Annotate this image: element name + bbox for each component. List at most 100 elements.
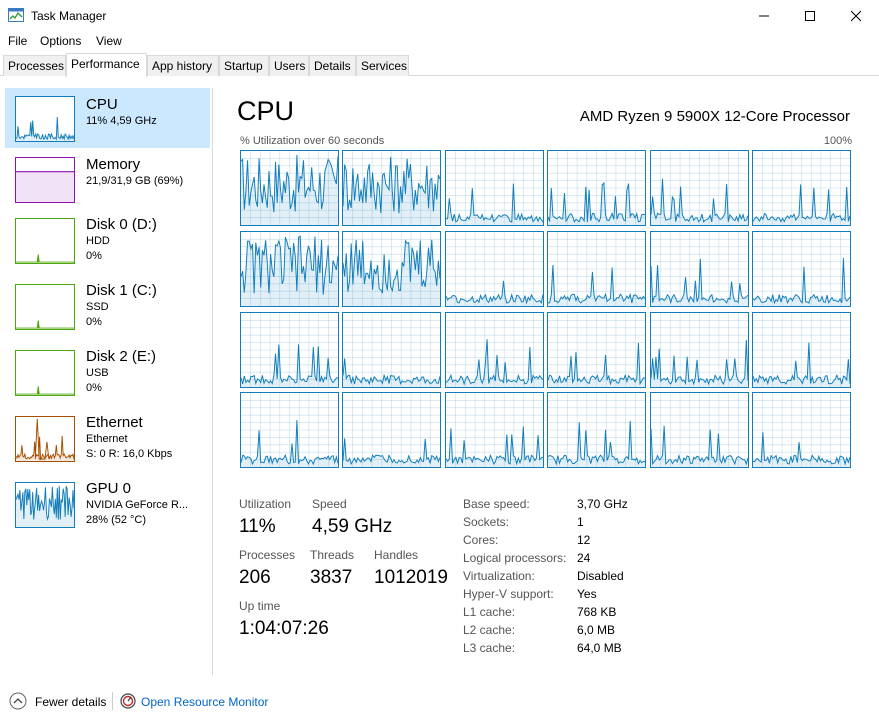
sidebar-item-detail: 11% 4,59 GHz bbox=[86, 115, 157, 127]
logical-processor-graph bbox=[445, 231, 544, 307]
spec-value: 64,0 MB bbox=[577, 641, 622, 655]
sidebar-item-title: GPU 0 bbox=[86, 480, 132, 497]
handles-label: Handles bbox=[374, 548, 419, 562]
ethernet-thumbnail-graph bbox=[15, 416, 75, 462]
menu-file[interactable]: File bbox=[8, 34, 27, 48]
logical-processor-graph bbox=[240, 150, 339, 226]
menu-bar: File Options View bbox=[0, 31, 879, 51]
logical-processor-graph bbox=[547, 312, 646, 388]
chevron-up-circle-icon[interactable] bbox=[9, 692, 27, 710]
logical-processor-graph bbox=[240, 312, 339, 388]
spec-label: Sockets: bbox=[463, 515, 510, 529]
open-resource-monitor-link[interactable]: Open Resource Monitor bbox=[141, 695, 268, 709]
spec-value: 6,0 MB bbox=[577, 623, 616, 637]
sidebar-item-detail: Ethernet bbox=[86, 433, 128, 445]
speed-label: Speed bbox=[312, 497, 347, 511]
sidebar-item-cpu[interactable]: CPU 11% 4,59 GHz bbox=[5, 88, 210, 148]
logical-processor-graph bbox=[752, 312, 851, 388]
spec-value: 3,70 GHz bbox=[577, 497, 628, 511]
title-bar: Task Manager bbox=[0, 0, 879, 31]
sidebar-item-usage: 0% bbox=[86, 250, 102, 262]
logical-processor-graph bbox=[547, 231, 646, 307]
sidebar-item-ethernet[interactable]: Ethernet Ethernet S: 0 R: 16,0 Kbps bbox=[5, 406, 210, 466]
tab-services[interactable]: Services bbox=[356, 55, 409, 76]
spec-value: Yes bbox=[577, 587, 597, 601]
sidebar-item-detail: HDD bbox=[86, 235, 110, 247]
logical-processor-graph bbox=[547, 150, 646, 226]
tab-startup[interactable]: Startup bbox=[219, 55, 269, 76]
logical-processor-graph bbox=[342, 231, 441, 307]
threads-label: Threads bbox=[310, 548, 355, 562]
logical-processor-graph bbox=[445, 150, 544, 226]
close-button[interactable] bbox=[833, 0, 879, 31]
disk-1-thumbnail-graph bbox=[15, 284, 75, 330]
spec-label: Cores: bbox=[463, 533, 499, 547]
spec-label: L1 cache: bbox=[463, 605, 516, 619]
sidebar-item-disk-2[interactable]: Disk 2 (E:) USB 0% bbox=[5, 340, 210, 400]
spec-label: Virtualization: bbox=[463, 569, 535, 583]
sidebar-item-gpu-0[interactable]: GPU 0 NVIDIA GeForce R... 28% (52 °C) bbox=[5, 472, 210, 532]
logical-processor-graph bbox=[240, 231, 339, 307]
spec-label: Hyper-V support: bbox=[463, 587, 554, 601]
handles-value: 1012019 bbox=[374, 567, 448, 588]
spec-label: Base speed: bbox=[463, 497, 530, 511]
sidebar-item-disk-1[interactable]: Disk 1 (C:) SSD 0% bbox=[5, 274, 210, 334]
menu-view[interactable]: View bbox=[96, 34, 122, 48]
logical-processor-graph bbox=[752, 150, 851, 226]
footer: Fewer details Open Resource Monitor bbox=[0, 686, 879, 716]
spec-value: 12 bbox=[577, 533, 591, 547]
disk-0-thumbnail-graph bbox=[15, 218, 75, 264]
tab-users[interactable]: Users bbox=[269, 55, 309, 76]
cpu-thumbnail-graph bbox=[15, 96, 75, 142]
fewer-details-button[interactable]: Fewer details bbox=[35, 695, 106, 709]
maximize-button[interactable] bbox=[787, 0, 833, 31]
memory-thumbnail-graph bbox=[15, 157, 75, 203]
logical-processor-graph bbox=[342, 150, 441, 226]
page-title: CPU bbox=[237, 96, 295, 126]
maximize-icon bbox=[805, 10, 815, 21]
threads-value: 3837 bbox=[310, 567, 353, 588]
spec-label: L3 cache: bbox=[463, 641, 516, 655]
logical-processor-graph bbox=[650, 150, 749, 226]
sidebar-divider bbox=[212, 88, 213, 675]
utilization-value: 11% bbox=[239, 516, 276, 537]
sidebar-item-memory[interactable]: Memory 21,9/31,9 GB (69%) bbox=[5, 148, 210, 208]
logical-processor-graph bbox=[650, 231, 749, 307]
gpu-0-thumbnail-graph bbox=[15, 482, 75, 528]
spec-label: L2 cache: bbox=[463, 623, 516, 637]
sidebar-item-usage: S: 0 R: 16,0 Kbps bbox=[86, 448, 173, 460]
sidebar-item-detail: 21,9/31,9 GB (69%) bbox=[86, 175, 184, 187]
logical-processor-graph bbox=[342, 312, 441, 388]
resource-monitor-icon[interactable] bbox=[120, 693, 136, 709]
task-manager-icon bbox=[8, 8, 24, 22]
spec-value: 24 bbox=[577, 551, 591, 565]
sidebar-item-title: Disk 0 (D:) bbox=[86, 216, 157, 233]
spec-value: 1 bbox=[577, 515, 584, 529]
sidebar-item-title: Memory bbox=[86, 156, 141, 173]
spec-label: Logical processors: bbox=[463, 551, 567, 565]
close-icon bbox=[851, 10, 861, 21]
tab-details[interactable]: Details bbox=[309, 55, 356, 76]
uptime-value: 1:04:07:26 bbox=[239, 618, 329, 639]
minimize-button[interactable] bbox=[741, 0, 787, 31]
menu-options[interactable]: Options bbox=[40, 34, 81, 48]
logical-processor-graph bbox=[650, 312, 749, 388]
sidebar-item-detail: USB bbox=[86, 367, 109, 379]
logical-processor-graph bbox=[342, 392, 441, 468]
uptime-label: Up time bbox=[239, 599, 281, 613]
tab-app-history[interactable]: App history bbox=[147, 55, 219, 76]
tab-processes[interactable]: Processes bbox=[3, 55, 66, 76]
spec-value: 768 KB bbox=[577, 605, 617, 619]
sidebar-item-disk-0[interactable]: Disk 0 (D:) HDD 0% bbox=[5, 208, 210, 268]
tab-performance[interactable]: Performance bbox=[66, 53, 147, 77]
logical-processor-graph bbox=[752, 392, 851, 468]
tab-strip: Processes Performance App history Startu… bbox=[0, 53, 879, 77]
sidebar-item-title: Disk 2 (E:) bbox=[86, 348, 157, 365]
processes-label: Processes bbox=[239, 548, 296, 562]
spec-value: Disabled bbox=[577, 569, 624, 583]
cpu-model-name: AMD Ryzen 9 5900X 12-Core Processor bbox=[579, 108, 850, 125]
disk-2-thumbnail-graph bbox=[15, 350, 75, 396]
sidebar-item-detail: SSD bbox=[86, 301, 109, 313]
logical-processor-graphs bbox=[240, 150, 853, 472]
window-title: Task Manager bbox=[31, 9, 107, 23]
